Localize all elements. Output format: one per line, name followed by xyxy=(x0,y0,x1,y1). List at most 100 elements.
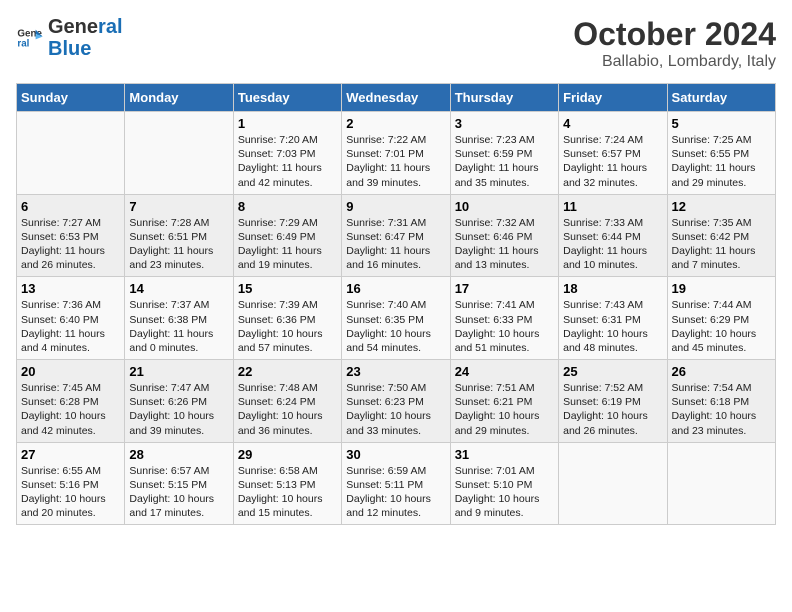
calendar-cell: 10 Sunrise: 7:32 AM Sunset: 6:46 PM Dayli… xyxy=(450,194,558,277)
calendar-cell: 16 Sunrise: 7:40 AM Sunset: 6:35 PM Dayli… xyxy=(342,277,450,360)
day-number: 31 xyxy=(455,447,554,462)
day-number: 22 xyxy=(238,364,337,379)
logo-icon: Gene ral xyxy=(16,24,44,52)
day-number: 6 xyxy=(21,199,120,214)
calendar-cell: 12 Sunrise: 7:35 AM Sunset: 6:42 PM Dayli… xyxy=(667,194,775,277)
calendar-cell: 1 Sunrise: 7:20 AM Sunset: 7:03 PM Daylig… xyxy=(233,112,341,195)
calendar-cell: 6 Sunrise: 7:27 AM Sunset: 6:53 PM Daylig… xyxy=(17,194,125,277)
day-info: Sunrise: 7:36 AM Sunset: 6:40 PM Dayligh… xyxy=(21,298,120,355)
calendar-cell: 5 Sunrise: 7:25 AM Sunset: 6:55 PM Daylig… xyxy=(667,112,775,195)
day-info: Sunrise: 7:45 AM Sunset: 6:28 PM Dayligh… xyxy=(21,381,120,438)
day-info: Sunrise: 7:39 AM Sunset: 6:36 PM Dayligh… xyxy=(238,298,337,355)
day-number: 1 xyxy=(238,116,337,131)
day-number: 24 xyxy=(455,364,554,379)
day-number: 18 xyxy=(563,281,662,296)
calendar-cell: 26Sunrise: 7:54 AM Sunset: 6:18 PM Dayli… xyxy=(667,360,775,443)
day-number: 12 xyxy=(672,199,771,214)
day-info: Sunrise: 7:01 AM Sunset: 5:10 PM Dayligh… xyxy=(455,464,554,521)
calendar-cell: 22 Sunrise: 7:48 AM Sunset: 6:24 PM Dayli… xyxy=(233,360,341,443)
day-info: Sunrise: 6:55 AM Sunset: 5:16 PM Dayligh… xyxy=(21,464,120,521)
day-info: Sunrise: 7:22 AM Sunset: 7:01 PM Dayligh… xyxy=(346,133,445,190)
day-info: Sunrise: 6:58 AM Sunset: 5:13 PM Dayligh… xyxy=(238,464,337,521)
calendar-cell: 8Sunrise: 7:29 AM Sunset: 6:49 PM Daylig… xyxy=(233,194,341,277)
day-number: 7 xyxy=(129,199,228,214)
calendar-cell: 18 Sunrise: 7:43 AM Sunset: 6:31 PM Dayli… xyxy=(559,277,667,360)
day-header-monday: Monday xyxy=(125,84,233,112)
day-number: 23 xyxy=(346,364,445,379)
day-info: Sunrise: 7:40 AM Sunset: 6:35 PM Dayligh… xyxy=(346,298,445,355)
day-number: 17 xyxy=(455,281,554,296)
day-header-saturday: Saturday xyxy=(667,84,775,112)
day-info: Sunrise: 7:20 AM Sunset: 7:03 PM Dayligh… xyxy=(238,133,337,190)
calendar-cell: 23 Sunrise: 7:50 AM Sunset: 6:23 PM Dayli… xyxy=(342,360,450,443)
calendar-cell: 4Sunrise: 7:24 AM Sunset: 6:57 PM Daylig… xyxy=(559,112,667,195)
calendar-cell: 30 Sunrise: 6:59 AM Sunset: 5:11 PM Dayli… xyxy=(342,442,450,525)
svg-text:ral: ral xyxy=(17,38,29,49)
day-info: Sunrise: 7:48 AM Sunset: 6:24 PM Dayligh… xyxy=(238,381,337,438)
week-row-1: 1 Sunrise: 7:20 AM Sunset: 7:03 PM Daylig… xyxy=(17,112,776,195)
calendar-cell xyxy=(125,112,233,195)
calendar-cell xyxy=(667,442,775,525)
day-number: 2 xyxy=(346,116,445,131)
day-number: 28 xyxy=(129,447,228,462)
calendar-cell: 20Sunrise: 7:45 AM Sunset: 6:28 PM Dayli… xyxy=(17,360,125,443)
calendar-cell: 14 Sunrise: 7:37 AM Sunset: 6:38 PM Dayli… xyxy=(125,277,233,360)
calendar-cell: 13Sunrise: 7:36 AM Sunset: 6:40 PM Dayli… xyxy=(17,277,125,360)
day-info: Sunrise: 7:50 AM Sunset: 6:23 PM Dayligh… xyxy=(346,381,445,438)
page-header: Gene ral General Blue October 2024 Balla… xyxy=(16,16,776,71)
day-number: 25 xyxy=(563,364,662,379)
day-header-wednesday: Wednesday xyxy=(342,84,450,112)
calendar-cell xyxy=(559,442,667,525)
calendar-cell: 11 Sunrise: 7:33 AM Sunset: 6:44 PM Dayli… xyxy=(559,194,667,277)
day-info: Sunrise: 7:37 AM Sunset: 6:38 PM Dayligh… xyxy=(129,298,228,355)
calendar-cell: 17 Sunrise: 7:41 AM Sunset: 6:33 PM Dayli… xyxy=(450,277,558,360)
day-number: 29 xyxy=(238,447,337,462)
calendar-cell: 9Sunrise: 7:31 AM Sunset: 6:47 PM Daylig… xyxy=(342,194,450,277)
day-info: Sunrise: 7:43 AM Sunset: 6:31 PM Dayligh… xyxy=(563,298,662,355)
day-number: 11 xyxy=(563,199,662,214)
week-row-4: 20Sunrise: 7:45 AM Sunset: 6:28 PM Dayli… xyxy=(17,360,776,443)
title-block: October 2024 Ballabio, Lombardy, Italy xyxy=(573,16,776,71)
day-info: Sunrise: 7:41 AM Sunset: 6:33 PM Dayligh… xyxy=(455,298,554,355)
calendar-cell: 29 Sunrise: 6:58 AM Sunset: 5:13 PM Dayli… xyxy=(233,442,341,525)
month-title: October 2024 xyxy=(573,16,776,53)
week-row-5: 27 Sunrise: 6:55 AM Sunset: 5:16 PM Dayli… xyxy=(17,442,776,525)
calendar-cell: 7 Sunrise: 7:28 AM Sunset: 6:51 PM Daylig… xyxy=(125,194,233,277)
day-info: Sunrise: 7:32 AM Sunset: 6:46 PM Dayligh… xyxy=(455,216,554,273)
day-header-tuesday: Tuesday xyxy=(233,84,341,112)
day-info: Sunrise: 7:31 AM Sunset: 6:47 PM Dayligh… xyxy=(346,216,445,273)
day-info: Sunrise: 7:51 AM Sunset: 6:21 PM Dayligh… xyxy=(455,381,554,438)
calendar-cell: 19Sunrise: 7:44 AM Sunset: 6:29 PM Dayli… xyxy=(667,277,775,360)
day-info: Sunrise: 7:28 AM Sunset: 6:51 PM Dayligh… xyxy=(129,216,228,273)
day-number: 14 xyxy=(129,281,228,296)
calendar-cell: 3Sunrise: 7:23 AM Sunset: 6:59 PM Daylig… xyxy=(450,112,558,195)
day-number: 30 xyxy=(346,447,445,462)
calendar-cell xyxy=(17,112,125,195)
day-info: Sunrise: 7:35 AM Sunset: 6:42 PM Dayligh… xyxy=(672,216,771,273)
location-title: Ballabio, Lombardy, Italy xyxy=(573,53,776,71)
day-number: 5 xyxy=(672,116,771,131)
day-number: 21 xyxy=(129,364,228,379)
day-info: Sunrise: 7:25 AM Sunset: 6:55 PM Dayligh… xyxy=(672,133,771,190)
day-info: Sunrise: 6:59 AM Sunset: 5:11 PM Dayligh… xyxy=(346,464,445,521)
calendar-table: SundayMondayTuesdayWednesdayThursdayFrid… xyxy=(16,83,776,525)
day-header-thursday: Thursday xyxy=(450,84,558,112)
calendar-cell: 24 Sunrise: 7:51 AM Sunset: 6:21 PM Dayli… xyxy=(450,360,558,443)
day-number: 27 xyxy=(21,447,120,462)
header-row: SundayMondayTuesdayWednesdayThursdayFrid… xyxy=(17,84,776,112)
day-number: 15 xyxy=(238,281,337,296)
day-number: 26 xyxy=(672,364,771,379)
day-number: 10 xyxy=(455,199,554,214)
day-number: 19 xyxy=(672,281,771,296)
day-info: Sunrise: 7:23 AM Sunset: 6:59 PM Dayligh… xyxy=(455,133,554,190)
day-info: Sunrise: 7:27 AM Sunset: 6:53 PM Dayligh… xyxy=(21,216,120,273)
week-row-2: 6 Sunrise: 7:27 AM Sunset: 6:53 PM Daylig… xyxy=(17,194,776,277)
calendar-cell: 27 Sunrise: 6:55 AM Sunset: 5:16 PM Dayli… xyxy=(17,442,125,525)
day-info: Sunrise: 6:57 AM Sunset: 5:15 PM Dayligh… xyxy=(129,464,228,521)
calendar-cell: 28 Sunrise: 6:57 AM Sunset: 5:15 PM Dayli… xyxy=(125,442,233,525)
day-number: 16 xyxy=(346,281,445,296)
calendar-cell: 31 Sunrise: 7:01 AM Sunset: 5:10 PM Dayli… xyxy=(450,442,558,525)
calendar-cell: 21Sunrise: 7:47 AM Sunset: 6:26 PM Dayli… xyxy=(125,360,233,443)
day-info: Sunrise: 7:33 AM Sunset: 6:44 PM Dayligh… xyxy=(563,216,662,273)
calendar-cell: 25Sunrise: 7:52 AM Sunset: 6:19 PM Dayli… xyxy=(559,360,667,443)
